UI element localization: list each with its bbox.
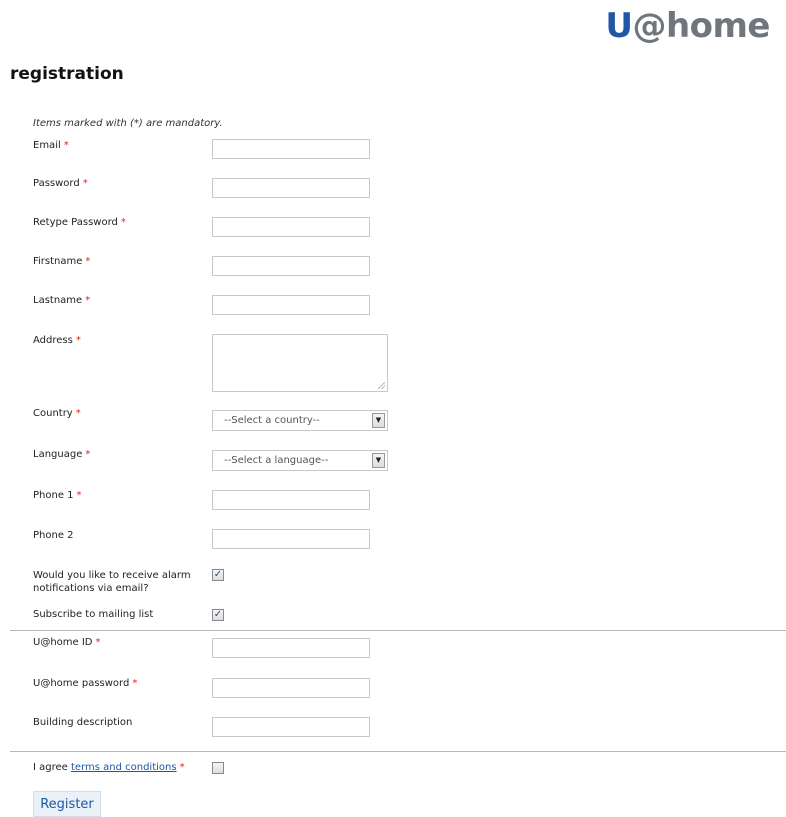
resize-handle-icon[interactable] [378, 382, 385, 389]
retype-password-field[interactable] [212, 217, 370, 237]
password-label: Password * [33, 177, 88, 190]
uhome-password-label: U@home password * [33, 677, 137, 690]
mailing-list-checkbox[interactable]: ✓ [212, 609, 224, 621]
alarm-notifications-label: Would you like to receive alarm notifica… [33, 569, 191, 595]
dropdown-arrow-icon[interactable]: ▼ [372, 453, 385, 468]
phone1-label-text: Phone 1 [33, 490, 74, 501]
lastname-label: Lastname * [33, 294, 90, 307]
agree-prefix: I agree [33, 762, 68, 773]
firstname-field[interactable] [212, 256, 370, 276]
lastname-field[interactable] [212, 295, 370, 315]
required-mark: * [95, 637, 101, 648]
u-at-home-logo: U@home [605, 6, 770, 46]
checkmark-icon: ✓ [213, 569, 223, 580]
email-field[interactable] [212, 139, 370, 159]
agree-terms-checkbox[interactable] [212, 762, 224, 774]
required-mark: * [120, 217, 126, 228]
phone2-label: Phone 2 [33, 529, 74, 542]
password-label-text: Password [33, 178, 80, 189]
required-mark: * [85, 295, 91, 306]
building-description-field[interactable] [212, 717, 370, 737]
language-label-text: Language [33, 449, 83, 460]
section-divider [10, 751, 786, 752]
uhome-password-field[interactable] [212, 678, 370, 698]
email-label-text: Email [33, 140, 61, 151]
required-mark: * [76, 490, 82, 501]
email-label: Email * [33, 139, 69, 152]
address-textarea[interactable] [212, 334, 388, 392]
language-label: Language * [33, 448, 90, 461]
address-label: Address * [33, 334, 81, 347]
firstname-label-text: Firstname [33, 256, 83, 267]
dropdown-arrow-icon[interactable]: ▼ [372, 413, 385, 428]
building-description-label: Building description [33, 717, 133, 728]
alarm-label-line2: notifications via email? [33, 583, 149, 594]
required-mark: * [82, 178, 88, 189]
country-select[interactable]: --Select a country-- ▼ [212, 410, 388, 431]
lastname-label-text: Lastname [33, 295, 83, 306]
agree-label: I agree terms and conditions * [33, 761, 185, 774]
country-selected-value: --Select a country-- [224, 415, 320, 426]
section-divider [10, 630, 786, 631]
country-label-text: Country [33, 408, 73, 419]
phone2-label-text: Phone 2 [33, 530, 74, 541]
uhome-id-label: U@home ID * [33, 636, 101, 649]
required-mark: * [75, 335, 81, 346]
language-select[interactable]: --Select a language-- ▼ [212, 450, 388, 471]
uhome-password-label-text: U@home password [33, 678, 130, 689]
phone2-field[interactable] [212, 529, 370, 549]
phone1-label: Phone 1 * [33, 489, 82, 502]
required-mark: * [179, 762, 185, 773]
required-mark: * [85, 256, 91, 267]
country-label: Country * [33, 407, 81, 420]
alarm-notifications-checkbox[interactable]: ✓ [212, 569, 224, 581]
phone1-field[interactable] [212, 490, 370, 510]
language-selected-value: --Select a language-- [224, 455, 329, 466]
required-mark: * [63, 140, 69, 151]
terms-and-conditions-link[interactable]: terms and conditions [71, 762, 177, 773]
register-button[interactable]: Register [33, 791, 101, 817]
alarm-label-line1: Would you like to receive alarm [33, 570, 191, 581]
logo-u: U [605, 6, 633, 46]
uhome-id-field[interactable] [212, 638, 370, 658]
required-mark: * [75, 408, 81, 419]
uhome-id-label-text: U@home ID [33, 637, 93, 648]
retype-password-label-text: Retype Password [33, 217, 118, 228]
mailing-list-label: Subscribe to mailing list [33, 609, 154, 620]
checkmark-icon: ✓ [213, 609, 223, 620]
address-label-text: Address [33, 335, 73, 346]
mandatory-note: Items marked with (*) are mandatory. [33, 118, 223, 129]
required-mark: * [85, 449, 91, 460]
page-title: registration [10, 64, 124, 84]
firstname-label: Firstname * [33, 255, 90, 268]
required-mark: * [132, 678, 138, 689]
retype-password-label: Retype Password * [33, 216, 126, 229]
logo-text: @home [632, 6, 770, 46]
password-field[interactable] [212, 178, 370, 198]
